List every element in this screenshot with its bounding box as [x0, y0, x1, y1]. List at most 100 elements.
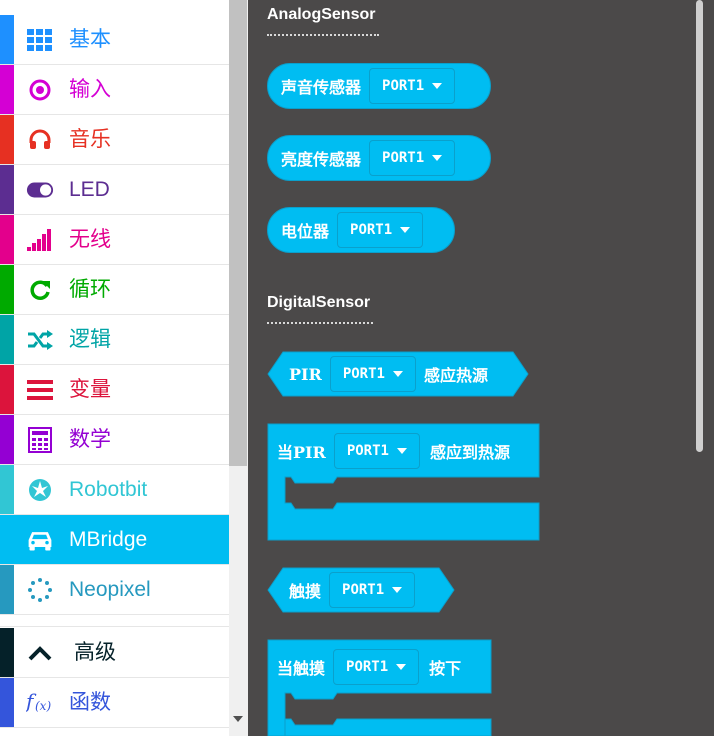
- rebel-icon: [26, 478, 54, 502]
- category-stripe: [0, 365, 14, 414]
- dotted-circle-icon: [26, 578, 54, 602]
- section-title-digital: DigitalSensor: [267, 294, 371, 311]
- target-icon: [26, 78, 54, 102]
- category-mbridge[interactable]: MBridge: [0, 515, 229, 565]
- when-pir-event-block[interactable]: 当PIR PORT1 感应到热源: [267, 423, 540, 541]
- block-label: 当触摸: [277, 659, 326, 678]
- section-underline: [267, 322, 373, 324]
- category-variables[interactable]: 变量: [0, 365, 229, 415]
- section-underline: [267, 34, 379, 36]
- dropdown-value: PORT1: [346, 443, 389, 459]
- block-label: PIR: [289, 364, 322, 384]
- category-neopixel[interactable]: Neopixel: [0, 565, 229, 615]
- category-functions[interactable]: f (x) 函数: [0, 678, 229, 728]
- category-stripe: [0, 115, 14, 164]
- category-label: 逻辑: [69, 328, 111, 351]
- category-input[interactable]: 输入: [0, 65, 229, 115]
- category-math[interactable]: 数学: [0, 415, 229, 465]
- calculator-icon: [26, 427, 54, 453]
- sound-sensor-block[interactable]: 声音传感器 PORT1: [267, 63, 491, 109]
- refresh-icon: [26, 278, 54, 302]
- flyout-scrollbar[interactable]: [696, 0, 703, 452]
- category-music[interactable]: 音乐: [0, 115, 229, 165]
- category-label: 高级: [74, 641, 116, 664]
- category-stripe: [0, 678, 14, 727]
- block-label: 当PIR: [277, 443, 326, 462]
- headphones-icon: [26, 128, 54, 152]
- car-icon: [26, 528, 54, 552]
- dropdown-value: PORT1: [382, 78, 425, 94]
- pir-boolean-block[interactable]: PIR PORT1 感应热源: [267, 351, 529, 397]
- category-divider: [0, 615, 229, 627]
- category-stripe: [0, 315, 14, 364]
- port-dropdown[interactable]: PORT1: [369, 68, 456, 104]
- dropdown-value: PORT1: [350, 222, 393, 238]
- category-loops[interactable]: 循环: [0, 265, 229, 315]
- port-dropdown[interactable]: PORT1: [329, 356, 416, 392]
- block-label-suffix: 感应热源: [423, 366, 488, 385]
- dropdown-value: PORT1: [346, 659, 389, 675]
- category-label: MBridge: [69, 528, 148, 551]
- category-stripe: [0, 265, 14, 314]
- chevron-up-icon: [26, 641, 54, 665]
- category-label: Neopixel: [69, 578, 151, 601]
- category-led[interactable]: LED: [0, 165, 229, 215]
- category-label: 音乐: [69, 128, 111, 151]
- dropdown-arrow-icon: [432, 83, 443, 89]
- dropdown-value: PORT1: [382, 150, 425, 166]
- category-label: 函数: [69, 691, 111, 714]
- category-label: LED: [69, 178, 110, 201]
- category-toolbox: 基本 输入 音乐 LED 无线 循环 逻辑 变量 数学 Robotbit MBr…: [0, 0, 229, 736]
- dropdown-arrow-icon: [392, 587, 403, 593]
- port-dropdown[interactable]: PORT1: [329, 572, 416, 608]
- category-stripe: [0, 515, 14, 564]
- category-radio[interactable]: 无线: [0, 215, 229, 265]
- grid-icon: [26, 28, 54, 52]
- block-label: 触摸: [289, 582, 322, 601]
- touch-boolean-block[interactable]: 触摸 PORT1: [267, 567, 455, 613]
- category-stripe: [0, 628, 14, 677]
- category-label: 变量: [69, 378, 111, 401]
- toggle-icon: [26, 178, 54, 202]
- dropdown-value: PORT1: [342, 582, 385, 598]
- when-touch-event-block[interactable]: 当触摸 PORT1 按下: [267, 639, 492, 736]
- category-stripe: [0, 465, 14, 514]
- block-label-suffix: 感应到热源: [429, 443, 510, 462]
- category-stripe: [0, 215, 14, 264]
- light-sensor-block[interactable]: 亮度传感器 PORT1: [267, 135, 491, 181]
- dropdown-value: PORT1: [342, 366, 385, 382]
- function-icon: f (x): [26, 690, 54, 715]
- category-label: 数学: [69, 428, 111, 451]
- toolbox-scrollbar-thumb[interactable]: [229, 0, 247, 466]
- port-dropdown[interactable]: PORT1: [337, 212, 424, 248]
- category-label: 无线: [69, 228, 111, 251]
- category-stripe: [0, 15, 14, 64]
- category-advanced[interactable]: 高级: [0, 628, 229, 678]
- category-label: 循环: [69, 278, 111, 301]
- list-icon: [26, 378, 54, 402]
- section-title-analog: AnalogSensor: [267, 6, 376, 23]
- block-label: 亮度传感器: [281, 150, 362, 169]
- category-logic[interactable]: 逻辑: [0, 315, 229, 365]
- shuffle-icon: [26, 328, 54, 352]
- dropdown-arrow-icon: [396, 448, 407, 454]
- scroll-down-arrow-icon[interactable]: [233, 716, 243, 722]
- svg-text:(x): (x): [35, 699, 51, 713]
- potentiometer-block[interactable]: 电位器 PORT1: [267, 207, 455, 253]
- port-dropdown[interactable]: PORT1: [369, 140, 456, 176]
- category-label: 基本: [69, 28, 111, 51]
- dropdown-arrow-icon: [392, 371, 403, 377]
- port-dropdown[interactable]: PORT1: [333, 649, 420, 685]
- category-label: 输入: [69, 78, 111, 101]
- category-basic[interactable]: 基本: [0, 15, 229, 65]
- category-robotbit[interactable]: Robotbit: [0, 465, 229, 515]
- category-stripe: [0, 565, 14, 614]
- dropdown-arrow-icon: [396, 664, 407, 670]
- block-label: 声音传感器: [281, 78, 362, 97]
- port-dropdown[interactable]: PORT1: [333, 433, 420, 469]
- block-label: 电位器: [281, 222, 330, 241]
- category-stripe: [0, 65, 14, 114]
- block-label-suffix: 按下: [429, 659, 462, 678]
- category-label: Robotbit: [69, 478, 148, 501]
- signal-bars-icon: [26, 228, 54, 252]
